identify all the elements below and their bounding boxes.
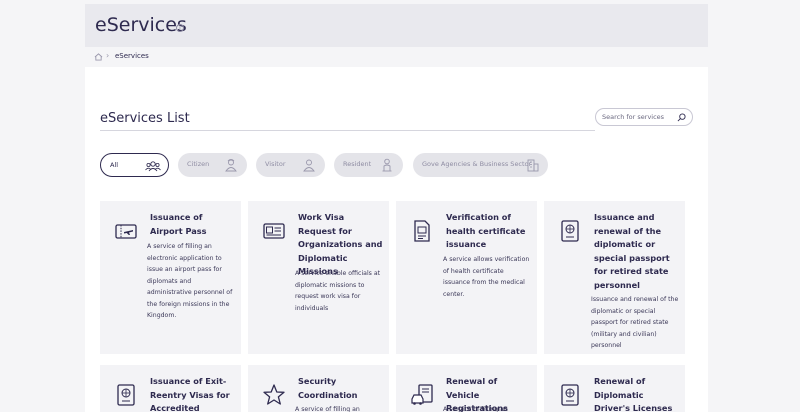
title-divider <box>100 130 595 131</box>
filter-agencies-business[interactable]: Gove Agencies & Business Sector <box>413 153 548 177</box>
filter-resident[interactable]: Resident <box>334 153 403 177</box>
service-card-security-coordination[interactable]: Security Coordination A service of filli… <box>248 365 389 412</box>
card-description: A service of filling an electronic appli… <box>147 243 233 319</box>
home-icon[interactable] <box>94 53 103 61</box>
services-panel: eServices List All Citizen Visitor <box>85 67 708 412</box>
chevron-right-icon: › <box>106 51 110 60</box>
filter-visitor[interactable]: Visitor <box>256 153 325 177</box>
card-title: Renewal of Diplomatic Driver's Licenses <box>594 376 673 412</box>
building-icon <box>527 159 539 172</box>
certificate-icon <box>414 220 430 242</box>
service-card-vehicle-registration[interactable]: Renewal of Vehicle Registrations A servi… <box>396 365 537 412</box>
service-card-exit-reentry-visa[interactable]: Issuance of Exit-Reentry Visas for Accre… <box>100 365 241 412</box>
star-icon <box>263 384 285 405</box>
info-icon[interactable]: i <box>176 24 184 32</box>
ticket-plane-icon <box>115 224 137 239</box>
search-icon[interactable] <box>677 113 686 122</box>
service-card-work-visa[interactable]: Work Visa Request for Organizations and … <box>248 201 389 354</box>
card-description: A service of filling an <box>443 406 508 412</box>
search-input[interactable] <box>602 111 674 123</box>
filter-label: All <box>110 161 119 169</box>
card-title: Issuance and renewal of the diplomatic o… <box>594 212 670 290</box>
card-description: Issuance and renewal of the diplomatic o… <box>591 296 679 349</box>
citizen-icon <box>225 159 237 172</box>
card-description: A service of filling an <box>295 406 360 412</box>
card-title: Security Coordination <box>298 376 358 400</box>
breadcrumb: › eServices <box>85 47 708 67</box>
service-card-driver-license[interactable]: Renewal of Diplomatic Driver's Licenses <box>544 365 685 412</box>
service-card-health-certificate[interactable]: Verification of health certificate issua… <box>396 201 537 354</box>
card-title: Verification of health certificate issua… <box>446 212 526 249</box>
filter-all[interactable]: All <box>100 153 169 177</box>
passport-icon <box>561 220 579 242</box>
group-icon <box>145 161 161 172</box>
page-header: eServices i <box>85 4 708 47</box>
breadcrumb-current: eServices <box>115 52 149 60</box>
filter-label: Citizen <box>187 160 210 168</box>
passport-icon <box>117 384 135 406</box>
card-title: Issuance of Exit-Reentry Visas for Accre… <box>150 376 230 412</box>
card-description: A service enable officials at diplomatic… <box>295 270 381 312</box>
visitor-icon <box>303 159 315 172</box>
service-card-airport-pass[interactable]: Issuance of Airport Pass A service of fi… <box>100 201 241 354</box>
resident-icon <box>382 158 392 172</box>
passport-icon <box>561 384 579 406</box>
vehicle-document-icon <box>411 384 433 405</box>
service-card-retired-passport[interactable]: Issuance and renewal of the diplomatic o… <box>544 201 685 354</box>
filter-label: Visitor <box>265 160 286 168</box>
filter-citizen[interactable]: Citizen <box>178 153 247 177</box>
filter-label: Gove Agencies & Business Sector <box>422 160 532 168</box>
filter-label: Resident <box>343 160 372 168</box>
search-box[interactable] <box>595 108 693 126</box>
card-description: A service allows verification of health … <box>443 256 530 298</box>
card-title: Issuance of Airport Pass <box>150 212 207 236</box>
section-title: eServices List <box>100 111 190 126</box>
page-title: eServices <box>95 14 187 36</box>
id-card-icon <box>263 223 285 239</box>
